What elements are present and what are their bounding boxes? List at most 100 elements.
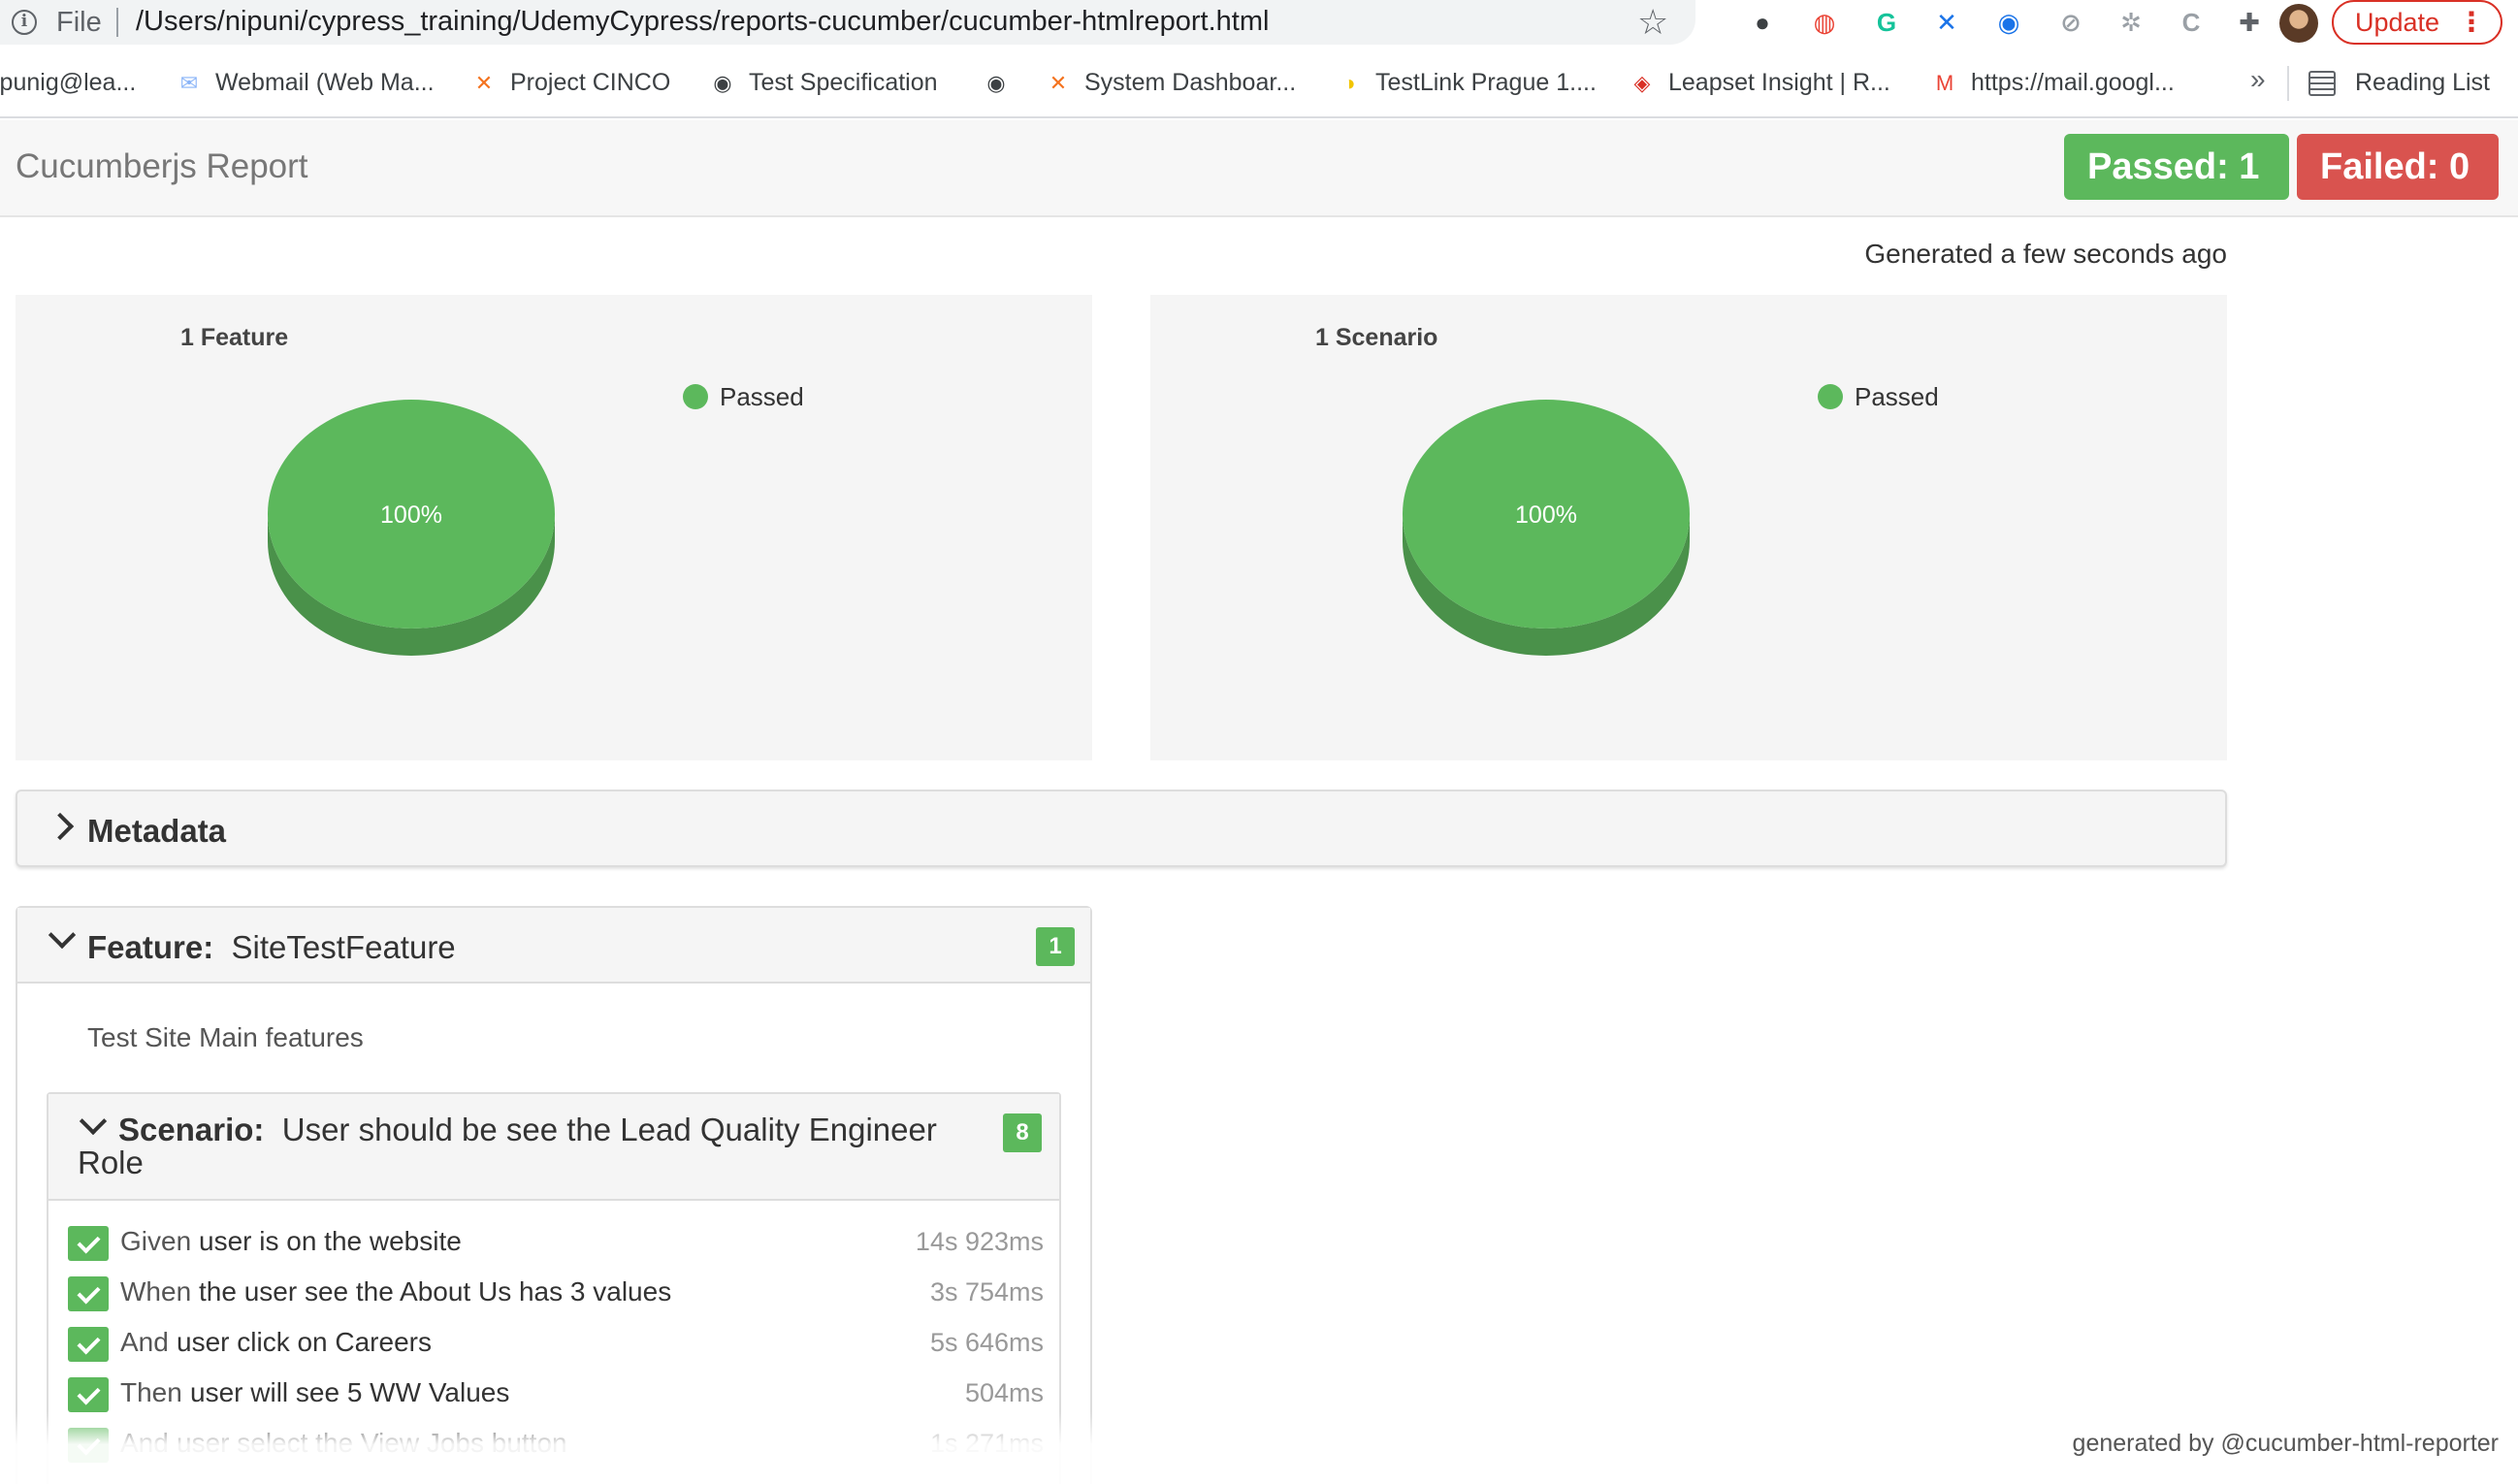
step-keyword: Then (120, 1377, 182, 1407)
metadata-heading: Metadata (87, 813, 227, 849)
leapset-icon: ◈ (1633, 71, 1651, 96)
generated-by-footer: generated by @cucumber-html-reporter (2072, 1430, 2499, 1457)
bookmark-item[interactable]: ◈ Leapset Insight | R... (1628, 66, 1890, 99)
step-row[interactable]: Given user is on the website 14s 923ms (68, 1222, 1044, 1261)
bookmark-label: ipunig@lea... (0, 69, 137, 96)
report-title: Cucumberjs Report (16, 147, 308, 185)
metadata-panel-toggle[interactable]: Metadata (16, 790, 2227, 867)
legend-passed-dot (683, 384, 708, 410)
reading-list-divider (2287, 66, 2289, 101)
url-text[interactable]: /Users/nipuni/cypress_training/UdemyCypr… (136, 6, 1269, 38)
feature-description: Test Site Main features (87, 1022, 364, 1052)
feature-keyword: Feature: (87, 929, 214, 965)
step-duration: 504ms (964, 1378, 1044, 1407)
bookmark-label: https://mail.googl... (1971, 69, 2175, 96)
step-duration: 5s 646ms (929, 1328, 1044, 1357)
bookmark-item[interactable]: ◉ Test Specification (708, 66, 938, 99)
chart-legend[interactable]: Passed (1818, 380, 1939, 413)
passed-check-icon (68, 1377, 109, 1412)
globe-icon: ◉ (986, 71, 1006, 96)
info-icon[interactable]: i (12, 10, 37, 35)
step-row[interactable]: And user click on Careers 5s 646ms (68, 1323, 1044, 1362)
bookmark-item[interactable]: Mhttps://mail.googl... (1930, 66, 2175, 99)
step-duration: 14s 923ms (915, 1227, 1044, 1256)
url-separator (116, 8, 118, 37)
step-text: the user see the About Us has 3 values (199, 1276, 672, 1307)
profile-avatar[interactable] (2279, 4, 2318, 43)
grammarly-extension-icon[interactable]: G (1870, 6, 1903, 39)
bookmark-item[interactable]: ipunig@lea... (0, 66, 136, 99)
passed-check-icon (68, 1226, 109, 1261)
bookmark-label: System Dashboar... (1084, 69, 1297, 96)
address-bar[interactable]: i File /Users/nipuni/cypress_training/Ud… (0, 0, 1695, 45)
passed-check-icon (68, 1276, 109, 1311)
scenario-header[interactable]: Scenario: User should be see the Lead Qu… (48, 1094, 1059, 1201)
speed-extension-icon[interactable]: ⊘ (2054, 6, 2087, 39)
bookmark-label: Project CINCO (510, 69, 671, 96)
features-pie-chart: 100% (268, 400, 555, 656)
reading-list-label: Reading List (2355, 69, 2490, 96)
feature-panel: Feature: SiteTestFeature 1 Test Site Mai… (16, 906, 1092, 1484)
bookmark-item[interactable]: ✕ System Dashboar... (1044, 66, 1296, 99)
bug-extension-icon[interactable]: ✲ (2114, 6, 2147, 39)
chevron-down-icon (48, 920, 77, 950)
envelope-icon: ✉ (179, 71, 199, 96)
feature-header[interactable]: Feature: SiteTestFeature 1 (17, 908, 1090, 984)
jira-icon: ✕ (474, 71, 494, 96)
scenario-step-count-badge: 8 (1003, 1113, 1042, 1152)
scenarios-chart-panel: 1 Scenario 100% Passed (1150, 295, 2227, 760)
puzzle-extension-icon[interactable]: ✚ (2233, 6, 2266, 39)
screen-record-extension-icon[interactable]: ◉ (1992, 6, 2025, 39)
legend-passed-dot (1818, 384, 1843, 410)
code-extension-icon[interactable]: C (2175, 6, 2208, 39)
scenario-keyword: Scenario: (118, 1112, 265, 1147)
step-keyword: When (120, 1276, 192, 1307)
passed-count-badge: Passed: 1 (2064, 134, 2289, 200)
passed-check-icon (68, 1327, 109, 1362)
bookmark-label: Leapset Insight | R... (1668, 69, 1890, 96)
bookmark-item[interactable]: ◉ (982, 66, 1022, 99)
chart-legend[interactable]: Passed (683, 380, 804, 413)
step-duration: 3s 754ms (929, 1277, 1044, 1307)
globe-icon: ◉ (713, 71, 732, 96)
chevron-right-icon (46, 812, 75, 841)
menu-dots-icon: ⋮ (2458, 7, 2485, 37)
headphones-extension-icon[interactable]: ◍ (1808, 6, 1841, 39)
testlink-icon: ◑ (1342, 71, 1356, 96)
step-row[interactable]: When the user see the About Us has 3 valu… (68, 1273, 1044, 1311)
features-chart-panel: 1 Feature 100% Passed (16, 295, 1092, 760)
more-bookmarks-icon[interactable]: » (2250, 64, 2266, 95)
generated-timestamp: Generated a few seconds ago (1864, 239, 2227, 269)
pie-slice-label: 100% (380, 501, 442, 529)
step-keyword: And (120, 1327, 169, 1357)
bookmark-item[interactable]: ✉ Webmail (Web Ma... (175, 66, 435, 99)
bookmark-label: Test Specification (749, 69, 938, 96)
pie-slice-label: 100% (1515, 501, 1577, 529)
circle-x-extension-icon[interactable]: ✕ (1930, 6, 1963, 39)
failed-count-badge: Failed: 0 (2297, 134, 2499, 200)
step-text: user is on the website (199, 1226, 462, 1256)
reading-list-button[interactable]: Reading List (2308, 66, 2490, 99)
bookmark-label: Webmail (Web Ma... (215, 69, 435, 96)
step-text: user click on Careers (177, 1327, 432, 1357)
feature-title: Feature: SiteTestFeature (87, 929, 456, 966)
legend-passed-label: Passed (720, 382, 804, 411)
scenario-title: Scenario: User should be see the Lead Qu… (78, 1113, 989, 1179)
update-button[interactable]: Update ⋮ (2332, 0, 2502, 45)
browser-toolbar: i File /Users/nipuni/cypress_training/Ud… (0, 0, 2518, 47)
bookmark-star-icon[interactable]: ☆ (1637, 3, 1668, 42)
dark-circle-extension-icon[interactable]: ● (1746, 6, 1779, 39)
report-header: Cucumberjs Report Passed: 1 Failed: 0 (0, 120, 2518, 217)
reading-list-icon (2308, 71, 2336, 97)
bookmark-item[interactable]: ✕ Project CINCO (469, 66, 671, 99)
jira-icon: ✕ (1049, 71, 1068, 96)
file-label: File (56, 7, 102, 38)
gmail-icon: M (1935, 71, 1954, 96)
feature-scenario-count-badge: 1 (1036, 927, 1075, 966)
bookmark-item[interactable]: ◑ TestLink Prague 1.... (1335, 66, 1597, 99)
legend-passed-label: Passed (1855, 382, 1939, 411)
step-keyword: Given (120, 1226, 192, 1256)
feature-name: SiteTestFeature (231, 929, 456, 965)
bookmark-label: TestLink Prague 1.... (1375, 69, 1597, 96)
step-row[interactable]: Then user will see 5 WW Values 504ms (68, 1373, 1044, 1412)
